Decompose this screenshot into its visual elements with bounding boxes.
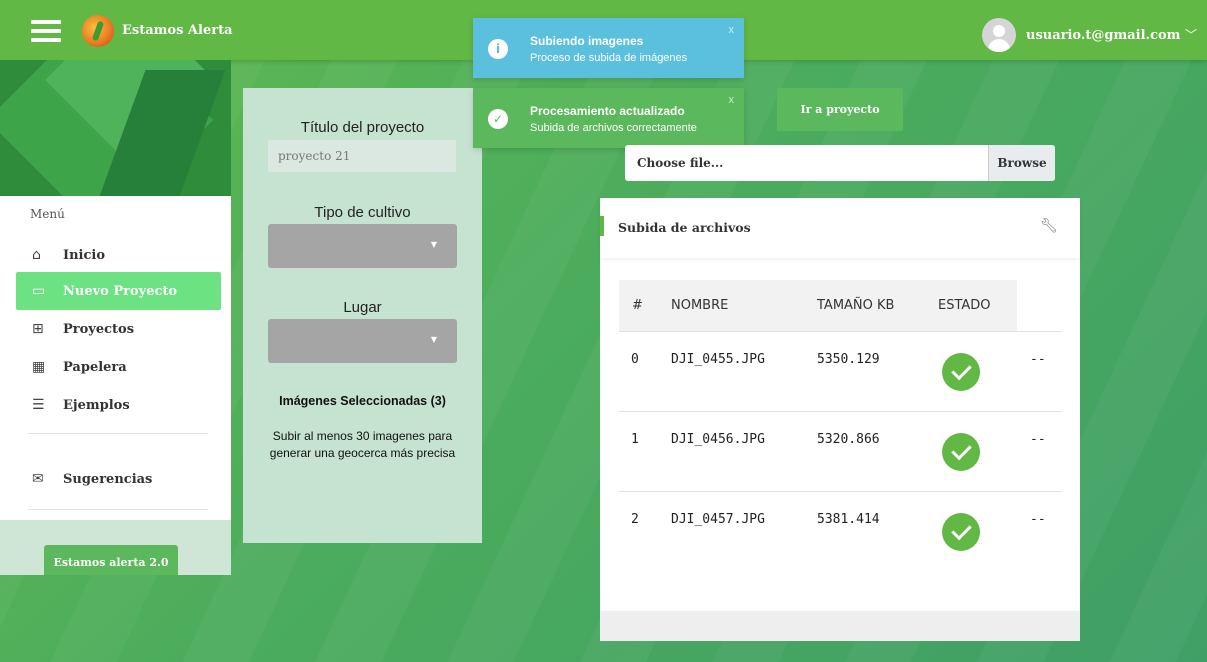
toast-message: Proceso de subida de imágenes [530, 52, 688, 64]
menu-divider [28, 509, 208, 510]
toast-info: i Subiendo imagenes Proceso de subida de… [473, 18, 744, 78]
sidebar-banner-image [0, 60, 231, 196]
wrench-icon[interactable]: 🔧︎ [1040, 218, 1058, 234]
row-index: 0 [631, 352, 639, 367]
new-project-icon: ▭ [32, 283, 46, 299]
menu-divider [28, 433, 208, 434]
place-label: Lugar [343, 299, 382, 316]
sidebar-item-label: Inicio [63, 248, 105, 263]
chevron-down-icon[interactable]: ﹀ [1185, 26, 1197, 43]
uploads-card: Subida de archivos 🔧︎ # NOMBRE TAMAÑO KB… [600, 198, 1080, 641]
file-input[interactable]: Choose file... Browse [625, 145, 1055, 181]
caret-down-icon: ▼ [430, 240, 437, 249]
sidebar: Menú ⌂ Inicio ▭ Nuevo Proyecto ⊞ Proyect… [0, 60, 231, 575]
mail-icon: ✉ [32, 471, 44, 487]
row-extra: -- [1030, 512, 1046, 527]
sidebar-item-inicio[interactable]: ⌂ Inicio [16, 236, 221, 274]
toast-title: Subiendo imagenes [530, 34, 644, 48]
file-name: DJI_0456.JPG [671, 432, 765, 447]
list-icon: ☰ [32, 397, 45, 413]
row-index: 2 [631, 512, 639, 527]
app-logo-icon [82, 15, 114, 47]
sidebar-item-nuevo-proyecto[interactable]: ▭ Nuevo Proyecto [16, 272, 221, 310]
estamos-alerta-2-button[interactable]: Estamos alerta 2.0 [44, 545, 178, 575]
file-size: 5350.129 [817, 352, 880, 367]
column-header-name: NOMBRE [671, 298, 729, 313]
uploads-card-footer [600, 611, 1080, 641]
check-circle-icon [942, 433, 980, 471]
check-circle-icon [942, 353, 980, 391]
grid-icon: ⊞ [32, 321, 44, 337]
crop-type-select[interactable]: ▼ [268, 224, 457, 268]
table-row: 0 DJI_0455.JPG 5350.129 -- [619, 331, 1062, 412]
column-header-size: TAMAÑO KB [817, 298, 895, 313]
project-form-panel: Título del proyecto proyecto 21 Tipo de … [243, 88, 482, 543]
accent-bar [600, 216, 604, 236]
place-select[interactable]: ▼ [268, 319, 457, 363]
row-extra: -- [1030, 352, 1046, 367]
table-row: 2 DJI_0457.JPG 5381.414 -- [619, 491, 1062, 572]
selected-images-count: Imágenes Seleccionadas (3) [279, 394, 446, 408]
home-icon: ⌂ [32, 247, 41, 263]
file-size: 5320.866 [817, 432, 880, 447]
browse-button[interactable]: Browse [988, 145, 1055, 181]
trash-grid-icon: ▦ [32, 359, 46, 375]
table-row: 1 DJI_0456.JPG 5320.866 -- [619, 411, 1062, 492]
sidebar-item-label: Ejemplos [63, 398, 130, 413]
close-icon[interactable]: x [729, 94, 735, 106]
toast-message: Subida de archivos correctamente [530, 122, 697, 134]
file-name: DJI_0457.JPG [671, 512, 765, 527]
uploads-card-header: Subida de archivos 🔧︎ [600, 198, 1080, 258]
user-avatar[interactable] [982, 18, 1016, 52]
sidebar-item-label: Sugerencias [63, 472, 153, 487]
row-index: 1 [631, 432, 639, 447]
row-extra: -- [1030, 432, 1046, 447]
sidebar-item-label: Proyectos [63, 322, 135, 337]
project-title-input[interactable]: proyecto 21 [268, 140, 456, 172]
column-header-index: # [632, 298, 643, 313]
file-size: 5381.414 [817, 512, 880, 527]
info-icon: i [488, 39, 508, 59]
sidebar-item-papelera[interactable]: ▦ Papelera [16, 348, 221, 386]
uploads-card-title: Subida de archivos [618, 220, 751, 235]
app-title: Estamos Alerta [122, 23, 233, 38]
sidebar-item-label: Papelera [63, 360, 127, 375]
caret-down-icon: ▼ [430, 335, 437, 344]
sidebar-item-label: Nuevo Proyecto [63, 284, 178, 299]
toast-title: Procesamiento actualizado [530, 104, 685, 118]
sidebar-item-ejemplos[interactable]: ☰ Ejemplos [16, 386, 221, 424]
sidebar-item-sugerencias[interactable]: ✉ Sugerencias [16, 460, 221, 498]
menu-label: Menú [30, 207, 65, 221]
sidebar-item-proyectos[interactable]: ⊞ Proyectos [16, 310, 221, 348]
user-email[interactable]: usuario.t@gmail.com [1026, 28, 1180, 43]
close-icon[interactable]: x [729, 24, 735, 36]
go-to-project-button[interactable]: Ir a proyecto [777, 88, 903, 131]
file-input-placeholder: Choose file... [637, 156, 724, 170]
title-label: Título del proyecto [300, 119, 425, 136]
crop-type-label: Tipo de cultivo [314, 204, 411, 221]
file-name: DJI_0455.JPG [671, 352, 765, 367]
check-circle-icon: ✓ [488, 109, 508, 129]
toast-success: ✓ Procesamiento actualizado Subida de ar… [473, 88, 744, 148]
column-header-status: ESTADO [938, 298, 991, 313]
check-circle-icon [942, 513, 980, 551]
hamburger-menu-icon[interactable] [31, 20, 61, 42]
upload-help-text: Subir al menos 30 imagenes para generar … [269, 429, 456, 460]
